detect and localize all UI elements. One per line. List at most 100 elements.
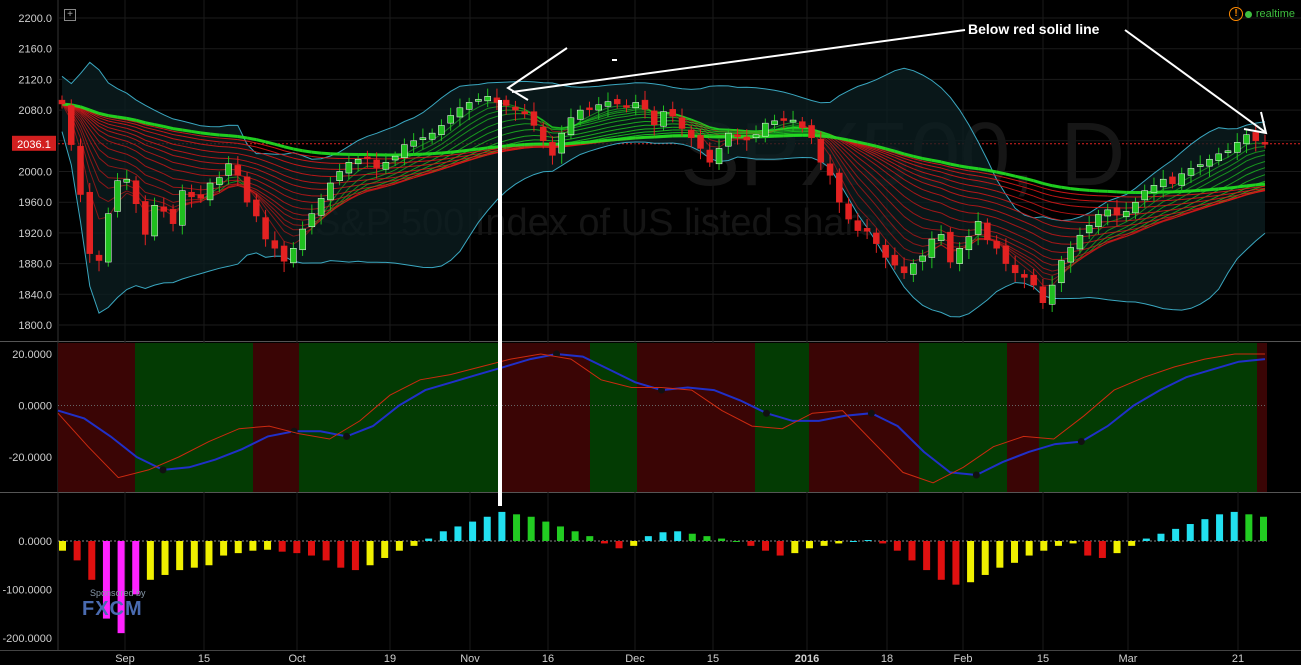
ribbon-segment [413, 160, 423, 163]
add-indicator-icon[interactable]: + [64, 9, 76, 21]
ribbon-segment [293, 147, 303, 153]
ribbon-segment [219, 133, 229, 138]
ribbon-segment [524, 146, 534, 148]
candle-body [428, 132, 436, 140]
ribbon-segment [1255, 182, 1266, 187]
price-tag-label: 2036.1 [17, 139, 51, 151]
candle-body [512, 106, 519, 111]
osc-y-tick-label: -20.0000 [9, 452, 52, 464]
candle-body [873, 232, 880, 244]
candle-body [1113, 207, 1121, 216]
sponsor-text: Sponsored by [90, 588, 146, 598]
ribbon-segment [829, 135, 840, 140]
candle-body [1039, 286, 1047, 303]
hist-bar [425, 538, 433, 541]
y-tick-label: 1840.0 [18, 289, 52, 301]
candle-body [1030, 274, 1037, 286]
ribbon-segment [774, 133, 784, 135]
ribbon-segment [1181, 194, 1192, 196]
hist-bar [205, 541, 213, 566]
realtime-status[interactable]: realtime [1244, 8, 1295, 20]
x-tick-label: Mar [1119, 653, 1138, 665]
ribbon-segment [108, 114, 118, 119]
candle-body [993, 241, 1000, 249]
candle-body [762, 122, 769, 137]
ribbon-segment [321, 151, 331, 156]
ribbon-segment [737, 130, 747, 132]
ribbon-segment [1218, 186, 1229, 191]
ribbon-segment [348, 174, 359, 177]
candle-body [937, 234, 945, 241]
ribbon-segment [1172, 194, 1182, 197]
candle-body [539, 126, 547, 142]
ribbon-segment [1005, 172, 1016, 178]
candle-body [558, 132, 565, 154]
ribbon-segment [654, 134, 664, 139]
hist-bar [73, 541, 81, 561]
ribbon-segment [1033, 210, 1044, 216]
candle-body [549, 142, 556, 156]
hist-bar [59, 541, 66, 551]
hist-bar [615, 541, 623, 549]
candle-body [419, 137, 427, 140]
candle-body [826, 163, 834, 176]
candle-body [327, 182, 334, 201]
hist-bar [527, 516, 535, 541]
ribbon-segment [1107, 226, 1117, 228]
ribbon-segment [321, 156, 331, 159]
candle-body [1067, 247, 1074, 263]
ribbon-segment [1079, 188, 1090, 192]
ribbon-segment [709, 134, 720, 136]
ribbon-segment [506, 143, 516, 148]
hist-bar [1113, 541, 1121, 554]
ribbon-segment [1070, 213, 1080, 216]
candle-body [900, 266, 908, 274]
hist-bar [1230, 511, 1238, 541]
hist-bar [190, 541, 198, 568]
ribbon-segment [663, 129, 673, 132]
osc-y-tick-label: 0.0000 [18, 401, 52, 413]
candle-body [882, 244, 889, 258]
candle-body [299, 228, 306, 251]
annotation-arrow-right [1124, 29, 1266, 133]
ribbon-segment [126, 116, 137, 122]
ribbon-segment [117, 115, 127, 120]
ribbon-segment [478, 146, 488, 151]
candle-body [77, 145, 84, 195]
ribbon-segment [321, 162, 331, 164]
hist-bar [1260, 516, 1267, 541]
ribbon-segment [1209, 187, 1219, 192]
hist-bar [1025, 541, 1033, 556]
ribbon-segment [422, 156, 433, 159]
candle-body [947, 231, 954, 263]
candle-body [1095, 214, 1102, 228]
ribbon-segment [663, 126, 673, 129]
ribbon-segment [228, 134, 238, 138]
oscillator-background [58, 343, 1267, 492]
ribbon-segment [783, 128, 794, 131]
candle-body [188, 191, 195, 198]
candle-body [715, 148, 723, 165]
candle-body [817, 139, 825, 163]
hist-bar [322, 541, 330, 561]
ribbon-segment [783, 131, 794, 133]
y-tick-label: 1960.0 [18, 197, 52, 209]
hist-bar [498, 511, 506, 541]
x-tick-label: 15 [198, 653, 210, 665]
ribbon-segment [200, 174, 211, 177]
ribbon-segment [626, 136, 636, 141]
hist-bar [1245, 514, 1253, 541]
warning-icon[interactable]: ! [1229, 7, 1243, 21]
candle-body [1233, 142, 1241, 153]
candle-body [586, 107, 593, 111]
osc-y-tick-label: 20.0000 [12, 349, 52, 361]
ribbon-segment [940, 160, 951, 166]
x-tick-label: 2016 [795, 653, 819, 665]
candle-body [919, 255, 926, 262]
candle-body [1132, 201, 1139, 214]
candle-body [530, 111, 538, 126]
candle-body [336, 171, 343, 181]
hist-bar [703, 536, 711, 541]
bear-zone [253, 343, 299, 492]
ribbon-segment [1181, 189, 1192, 193]
